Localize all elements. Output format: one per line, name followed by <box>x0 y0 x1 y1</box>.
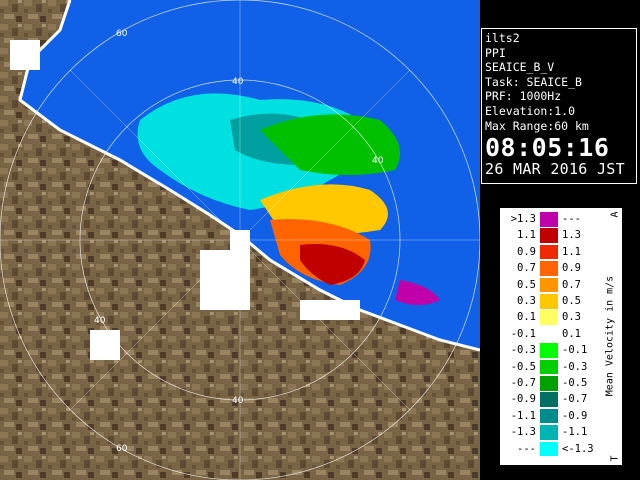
legend-upper-bound: 0.9 <box>562 262 581 275</box>
legend-swatch <box>540 359 558 375</box>
legend-upper-bound: 0.3 <box>562 311 581 324</box>
legend-row: >1.3 --- <box>500 212 602 227</box>
legend-swatch <box>540 261 558 276</box>
legend-swatch <box>540 425 558 440</box>
legend-lower-bound: >1.3 <box>510 213 536 225</box>
legend-title: Mean Velocity in m/s <box>604 275 616 397</box>
legend-upper-bound: 0.1 <box>562 327 581 340</box>
legend-row: 0.1 0.3 <box>500 310 602 325</box>
legend-row: 0.5 0.7 <box>500 277 602 293</box>
legend-lower-bound: -1.1 <box>510 409 536 422</box>
range-label-40-left: 40 <box>94 316 106 326</box>
legend-lower-bound: -0.3 <box>510 344 536 357</box>
legend-upper-bound: -0.5 <box>562 377 588 389</box>
legend-row: --- <-1.3 <box>500 441 602 457</box>
legend-swatch <box>540 277 558 293</box>
legend-lower-bound: -0.5 <box>510 360 536 373</box>
legend-lower-bound: 0.5 <box>517 278 536 291</box>
legend-bottom-mark: T <box>609 455 621 462</box>
legend-swatch <box>540 228 558 243</box>
legend-row: 0.3 0.5 <box>500 294 602 309</box>
legend-lower-bound: -0.1 <box>510 327 536 340</box>
legend-row: -1.3 -1.1 <box>500 425 602 440</box>
max-range-value: Max Range:60 km <box>485 118 589 133</box>
legend-lower-bound: 0.1 <box>517 311 536 324</box>
range-label-40-right: 40 <box>372 156 384 166</box>
range-label-60-top: 60 <box>116 29 128 39</box>
legend-lower-bound: -0.7 <box>510 377 536 389</box>
legend-swatch <box>540 376 558 391</box>
legend-upper-bound: -1.1 <box>562 426 588 439</box>
legend-swatch <box>540 212 558 227</box>
legend-row: -0.1 0.1 <box>500 326 602 342</box>
legend-upper-bound: 0.5 <box>562 295 581 307</box>
range-label-40-bottom: 40 <box>232 396 244 406</box>
radial-lines <box>0 0 480 480</box>
legend-swatch <box>540 343 558 358</box>
legend-lower-bound: 1.1 <box>517 229 536 242</box>
legend-upper-bound: -0.3 <box>562 360 588 373</box>
task-name: Task: SEAICE_B <box>485 74 582 89</box>
radar-map[interactable]: 40 60 40 40 40 60 <box>0 0 480 480</box>
legend-upper-bound: 1.1 <box>562 245 581 258</box>
legend-upper-bound: 0.7 <box>562 278 581 291</box>
legend-upper-bound: -0.7 <box>562 393 588 406</box>
legend-lower-bound: -0.9 <box>510 393 536 406</box>
legend-lower-bound: -1.3 <box>510 426 536 439</box>
range-label-60-bottom: 60 <box>116 444 128 454</box>
legend-lower-bound: 0.9 <box>517 245 536 258</box>
legend-row: -0.7 -0.5 <box>500 376 602 391</box>
legend-upper-bound: 1.3 <box>562 229 581 242</box>
elevation-value: Elevation:1.0 <box>485 103 576 118</box>
legend-lower-bound: 0.7 <box>517 262 536 275</box>
legend-row: -1.1 -0.9 <box>500 408 602 424</box>
scan-time: 08:05:16 <box>485 133 610 163</box>
scan-name: SEAICE_B_V <box>485 60 555 75</box>
legend-lower-bound: --- <box>517 442 536 455</box>
legend-lower-bound: 0.3 <box>517 295 536 307</box>
legend-upper-bound: -0.1 <box>562 344 588 357</box>
prf-value: PRF: 1000Hz <box>485 89 562 104</box>
legend-row: -0.5 -0.3 <box>500 359 602 375</box>
legend-top-mark: A <box>609 211 621 218</box>
legend-swatch <box>540 310 558 325</box>
legend-swatch <box>540 392 558 407</box>
legend-swatch <box>540 326 558 342</box>
legend-swatch <box>540 244 558 260</box>
legend-upper-bound: -0.9 <box>562 409 588 422</box>
legend-row: 0.9 1.1 <box>500 244 602 260</box>
radar-ppi-image: 40 60 40 40 40 60 <box>0 0 480 480</box>
scan-date: 26 MAR 2016 JST <box>485 160 625 179</box>
legend-swatch <box>540 441 558 457</box>
station-name: ilts2 <box>485 31 520 45</box>
legend-swatch <box>540 408 558 424</box>
legend-row: 1.1 1.3 <box>500 228 602 243</box>
legend-upper-bound: --- <box>562 213 581 225</box>
legend-row: 0.7 0.9 <box>500 261 602 276</box>
legend-upper-bound: <-1.3 <box>562 442 594 455</box>
legend-row: -0.9 -0.7 <box>500 392 602 407</box>
info-panel: ilts2 PPI SEAICE_B_V Task: SEAICE_B PRF:… <box>481 28 637 184</box>
legend-row: -0.3 -0.1 <box>500 343 602 358</box>
velocity-legend: Mean Velocity in m/s A T >1.3 --- 1.1 1.3 0.… <box>500 208 622 465</box>
product-type: PPI <box>485 45 506 60</box>
legend-swatch <box>540 294 558 309</box>
range-label-40-top: 40 <box>232 77 244 87</box>
